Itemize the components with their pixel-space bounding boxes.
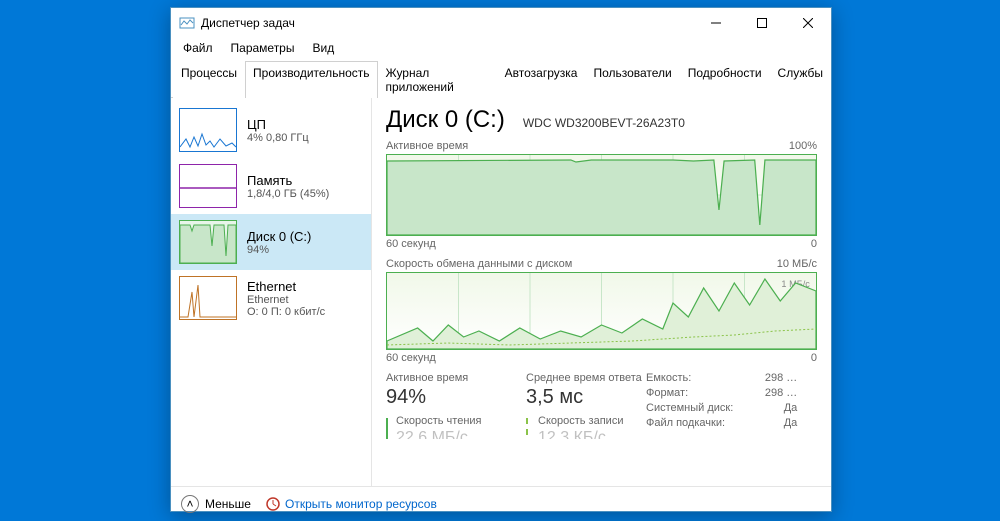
stat-write-value: 12,3 КБ/с (538, 429, 623, 439)
menu-file[interactable]: Файл (175, 39, 221, 57)
tab-processes[interactable]: Процессы (173, 61, 245, 98)
read-legend-icon (386, 418, 388, 439)
tab-startup[interactable]: Автозагрузка (497, 61, 586, 98)
cpu-sub: 4% 0,80 ГГц (247, 132, 309, 144)
chart2-xleft: 60 секунд (386, 352, 436, 364)
sidebar-item-cpu[interactable]: ЦП4% 0,80 ГГц (171, 102, 371, 158)
stat-sys-value: Да (753, 402, 797, 414)
transfer-rate-chart: 1 МБ/с (386, 272, 817, 350)
memory-sub: 1,8/4,0 ГБ (45%) (247, 188, 329, 200)
chart1-label: Активное время (386, 140, 468, 152)
disk-title: Диск 0 (C:) (247, 229, 311, 244)
titlebar[interactable]: Диспетчер задач (171, 8, 831, 38)
tab-services[interactable]: Службы (770, 61, 831, 98)
resmon-icon (265, 496, 281, 512)
disk-thumbnail (179, 220, 237, 264)
stat-active-label: Активное время (386, 372, 504, 384)
menu-view[interactable]: Вид (304, 39, 342, 57)
task-manager-window: Диспетчер задач Файл Параметры Вид Проце… (170, 7, 832, 512)
chart1-xright: 0 (811, 238, 817, 250)
app-icon (179, 15, 195, 31)
sidebar-item-memory[interactable]: Память1,8/4,0 ГБ (45%) (171, 158, 371, 214)
chart1-max: 100% (789, 140, 817, 152)
stat-resp-label: Среднее время ответа (526, 372, 642, 384)
chart1-xleft: 60 секунд (386, 238, 436, 250)
stat-fmt-value: 298 … (753, 387, 797, 399)
window-title: Диспетчер задач (201, 16, 693, 30)
fewer-details-button[interactable]: ˄Меньше (181, 495, 251, 513)
performance-sidebar: ЦП4% 0,80 ГГц Память1,8/4,0 ГБ (45%) Дис… (171, 98, 372, 486)
chart2-max: 10 МБ/с (777, 258, 817, 270)
disk-sub: 94% (247, 244, 311, 256)
sidebar-item-ethernet[interactable]: EthernetEthernetО: 0 П: 0 кбит/с (171, 270, 371, 326)
main-panel: Диск 0 (C:) WDC WD3200BEVT-26A23T0 Актив… (372, 98, 831, 486)
tab-apphistory[interactable]: Журнал приложений (378, 61, 497, 98)
footer: ˄Меньше Открыть монитор ресурсов (171, 486, 831, 521)
minimize-button[interactable] (693, 8, 739, 38)
ethernet-sub1: Ethernet (247, 294, 325, 306)
stat-read-label: Скорость чтения (396, 415, 482, 427)
open-resource-monitor-link[interactable]: Открыть монитор ресурсов (265, 496, 437, 512)
stat-sys-label: Системный диск: (646, 402, 733, 414)
cpu-title: ЦП (247, 117, 309, 132)
maximize-button[interactable] (739, 8, 785, 38)
ethernet-sub2: О: 0 П: 0 кбит/с (247, 306, 325, 318)
tab-users[interactable]: Пользователи (585, 61, 679, 98)
tab-bar: Процессы Производительность Журнал прило… (171, 60, 831, 98)
sidebar-item-disk[interactable]: Диск 0 (C:)94% (171, 214, 371, 270)
tab-performance[interactable]: Производительность (245, 61, 377, 98)
menubar: Файл Параметры Вид (171, 38, 831, 58)
close-button[interactable] (785, 8, 831, 38)
ethernet-title: Ethernet (247, 279, 325, 294)
stat-resp-value: 3,5 мс (526, 386, 642, 409)
chart2-label: Скорость обмена данными с диском (386, 258, 572, 270)
stat-fmt-label: Формат: (646, 387, 688, 399)
stat-page-value: Да (753, 417, 797, 429)
chevron-up-icon: ˄ (181, 495, 199, 513)
cpu-thumbnail (179, 108, 237, 152)
stat-cap-value: 298 … (753, 372, 797, 384)
stat-read-value: 22,6 МБ/с (396, 429, 482, 439)
tab-details[interactable]: Подробности (680, 61, 770, 98)
menu-options[interactable]: Параметры (223, 39, 303, 57)
ethernet-thumbnail (179, 276, 237, 320)
page-title: Диск 0 (C:) (386, 106, 505, 134)
stat-active-value: 94% (386, 386, 504, 409)
active-time-chart (386, 154, 817, 236)
chart2-xright: 0 (811, 352, 817, 364)
memory-title: Память (247, 173, 329, 188)
disk-model: WDC WD3200BEVT-26A23T0 (523, 116, 685, 130)
stat-page-label: Файл подкачки: (646, 417, 725, 429)
stat-cap-label: Емкость: (646, 372, 691, 384)
stat-write-label: Скорость записи (538, 415, 623, 427)
write-legend-icon (526, 418, 530, 439)
memory-thumbnail (179, 164, 237, 208)
